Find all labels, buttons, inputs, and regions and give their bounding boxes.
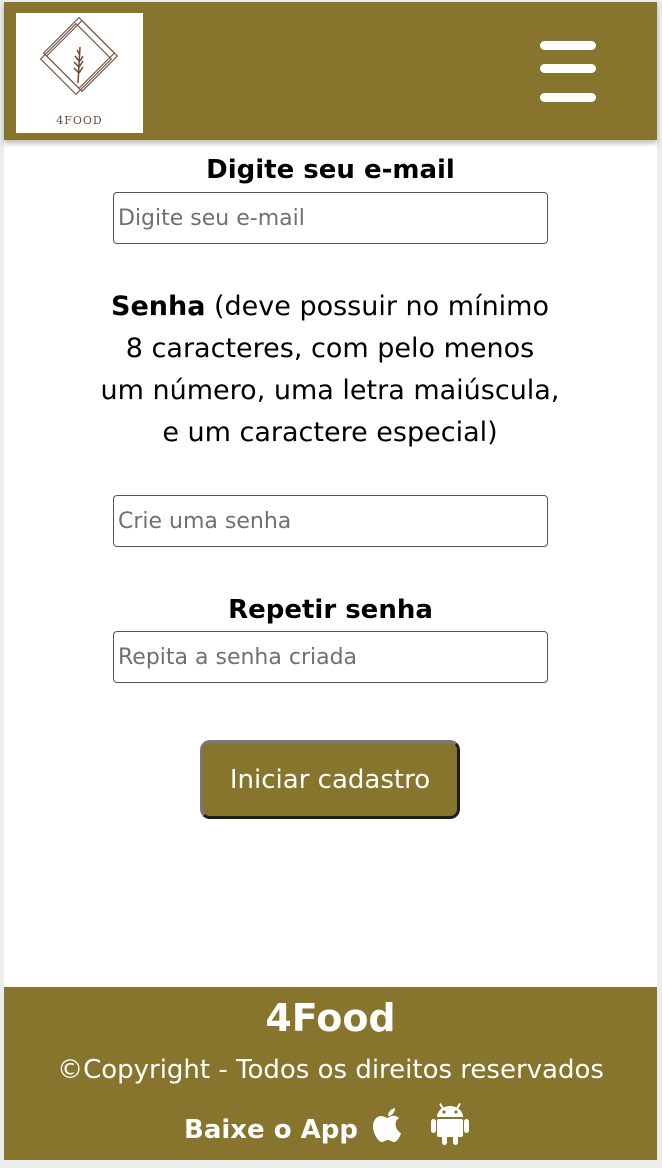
logo-text: 4FOOD [56, 114, 103, 127]
email-input[interactable] [113, 192, 548, 244]
footer-app-links: Baixe o App [4, 1099, 657, 1151]
hamburger-menu-icon[interactable] [532, 38, 600, 106]
header: 4FOOD [4, 2, 657, 140]
password-label: Senha (deve possuir no mínimo 8 caracter… [100, 286, 560, 454]
download-app-label: Baixe o App [184, 1115, 358, 1145]
password-label-bold: Senha [111, 291, 206, 322]
android-icon[interactable] [430, 1101, 470, 1147]
logo[interactable]: 4FOOD [16, 13, 143, 133]
page: 4FOOD Digite seu e-mail Senha (deve poss… [4, 2, 657, 1160]
password-input[interactable] [113, 495, 548, 547]
footer-copyright: ©Copyright - Todos os direitos reservado… [57, 1055, 604, 1085]
footer: 4Food ©Copyright - Todos os direitos res… [4, 987, 657, 1160]
apple-icon[interactable] [368, 1105, 408, 1149]
footer-brand: 4Food [265, 996, 396, 1040]
repeat-password-input[interactable] [113, 631, 548, 683]
email-label: Digite seu e-mail [206, 155, 455, 185]
repeat-password-label: Repetir senha [228, 595, 433, 625]
start-signup-button[interactable]: Iniciar cadastro [200, 740, 460, 819]
